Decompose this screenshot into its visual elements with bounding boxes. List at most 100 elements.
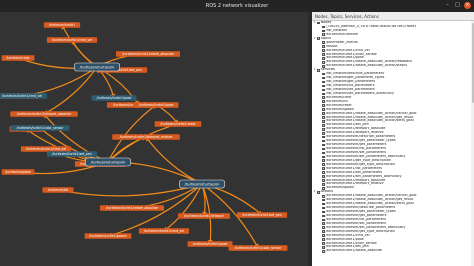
visibility-checkbox[interactable]: ✓	[322, 53, 325, 56]
graph-node-topic[interactable]: /turtlesim/clear	[1, 55, 35, 61]
visibility-checkbox[interactable]: ✓	[322, 135, 325, 139]
close-icon[interactable]: ×	[464, 2, 471, 9]
graph-node-topic[interactable]: /turtlesim/turtle1	[43, 22, 81, 28]
tree-item-row[interactable]: ✓/turtlesim/turtle1/rotate_absolute	[312, 249, 474, 253]
visibility-checkbox[interactable]: ✓	[322, 187, 325, 190]
visibility-checkbox[interactable]: ✓	[317, 21, 320, 25]
visibility-checkbox[interactable]: ✓	[322, 76, 325, 80]
tree-row-label: /turtlesim/turtle1/rotate_absolute/_acti…	[325, 64, 407, 68]
graph-node-hub[interactable]: /turtlesim/turtlesim	[85, 157, 131, 167]
visibility-checkbox[interactable]: ✓	[322, 175, 325, 178]
visibility-checkbox[interactable]: ✓	[322, 61, 325, 64]
visibility-checkbox[interactable]: ✓	[322, 29, 325, 33]
node-label: /turtlesim/turtle1/teleport_relative	[120, 135, 173, 139]
visibility-checkbox[interactable]: ✓	[322, 159, 325, 163]
visibility-checkbox[interactable]: ✓	[322, 33, 325, 37]
graph-node-topic[interactable]: /turtlesim/turtle1/pose	[133, 102, 179, 108]
visibility-checkbox[interactable]: ✓	[317, 190, 320, 194]
graph-node-topic[interactable]: /turtlesim/kill	[42, 187, 74, 193]
graph-node-topic[interactable]: /turtlesim/turtle1/color_sensor	[228, 245, 288, 251]
graph-edge	[43, 66, 98, 115]
visibility-checkbox[interactable]: ✓	[322, 250, 325, 253]
visibility-checkbox[interactable]: ✓	[322, 246, 325, 249]
visibility-checkbox[interactable]: ✓	[322, 183, 325, 186]
graph-node-service[interactable]: /turtlesim/turtle1/set_pen	[46, 151, 98, 157]
visibility-checkbox[interactable]: ✓	[322, 88, 325, 92]
tree-header[interactable]: Nodes, Topics, Services, Actions	[312, 12, 474, 21]
visibility-checkbox[interactable]: ✓	[322, 127, 325, 131]
visibility-checkbox[interactable]: ✓	[322, 108, 325, 111]
graph-node-topic[interactable]: /turtlesim/turtle1/spawn	[84, 233, 132, 239]
node-label: /turtlesim/turtle1/teleport	[184, 214, 224, 218]
visibility-checkbox[interactable]: ✓	[322, 218, 325, 222]
visibility-checkbox[interactable]: ✓	[317, 37, 320, 41]
visibility-checkbox[interactable]: ✓	[322, 124, 325, 127]
graph-node-hub[interactable]: /turtlesim/turtlesim	[179, 179, 225, 189]
visibility-checkbox[interactable]: ✓	[322, 80, 325, 84]
visibility-checkbox[interactable]: ✓	[322, 100, 325, 104]
visibility-checkbox[interactable]: ✓	[322, 84, 325, 88]
graph-node-topic[interactable]: /turtlesim/turtle1/teleport_absolute	[10, 111, 78, 117]
visibility-checkbox[interactable]: ✓	[322, 41, 325, 44]
graph-node-topic[interactable]: /turtlesim/turtle1/set_pen	[236, 212, 288, 218]
graph-node-topic[interactable]: /turtlesim/turtle1/reset	[154, 121, 202, 127]
visibility-checkbox[interactable]: ✓	[322, 112, 325, 115]
visibility-checkbox[interactable]: ✓	[322, 57, 325, 60]
entity-tree-panel: Nodes, Topics, Services, Actions ▾ ✓ Nodes…	[312, 12, 474, 266]
visibility-checkbox[interactable]: ✓	[322, 72, 325, 76]
graph-node-topic[interactable]: /turtlesim/turtle1/rotate_absolute	[99, 205, 165, 211]
visibility-checkbox[interactable]: ✓	[322, 120, 325, 123]
visibility-checkbox[interactable]: ✓	[322, 147, 325, 151]
graph-node-topic[interactable]: /turtlesim/turtle1/teleport	[178, 213, 230, 219]
visibility-checkbox[interactable]: ✓	[322, 104, 325, 107]
visibility-checkbox[interactable]: ✓	[322, 230, 325, 233]
visibility-checkbox[interactable]: ✓	[322, 163, 325, 167]
graph-node-topic[interactable]: /turtlesim/turtle1/cmd_vel	[138, 228, 190, 234]
visibility-checkbox[interactable]: ✓	[322, 45, 325, 48]
visibility-checkbox[interactable]: ✓	[322, 64, 325, 68]
visibility-checkbox[interactable]: ✓	[322, 198, 325, 202]
graph-node-topic[interactable]: /turtlesim/spawn	[1, 169, 35, 175]
visibility-checkbox[interactable]: ✓	[322, 234, 325, 237]
visibility-checkbox[interactable]: ✓	[322, 214, 325, 218]
visibility-checkbox[interactable]: ✓	[322, 96, 325, 100]
graph-node-topic[interactable]: /turtlesim/turtle1/rotate_absolute	[115, 51, 181, 57]
visibility-checkbox[interactable]: ✓	[322, 202, 325, 206]
visibility-checkbox[interactable]: ✓	[322, 226, 325, 230]
visibility-checkbox[interactable]: ✓	[322, 139, 325, 143]
visibility-checkbox[interactable]: ✓	[322, 171, 325, 174]
entity-tree[interactable]: ▾ ✓ Nodes ✓/_ros2cli_daemon_0_f3f1f7d8dc1b4…	[312, 21, 474, 261]
visibility-checkbox[interactable]: ✓	[322, 116, 325, 119]
graph-svg[interactable]: /turtlesim/turtle1/turtlesim/turtle1/cmd…	[0, 12, 308, 266]
minimize-icon[interactable]: –	[444, 2, 451, 9]
visibility-checkbox[interactable]: ✓	[317, 68, 320, 72]
visibility-checkbox[interactable]: ✓	[322, 206, 325, 210]
visibility-checkbox[interactable]: ✓	[322, 49, 325, 52]
visibility-checkbox[interactable]: ✓	[322, 222, 325, 226]
nodes-layer: /turtlesim/turtle1/turtlesim/turtle1/cmd…	[0, 22, 288, 251]
visibility-checkbox[interactable]: ✓	[322, 25, 325, 29]
graph-node-service[interactable]: /turtlesim/turtle1/cmd_vel	[0, 93, 48, 99]
visibility-checkbox[interactable]: ✓	[322, 143, 325, 147]
graph-node-service[interactable]: /turtlesim/turtle1/color_sensor	[10, 125, 70, 131]
visibility-checkbox[interactable]: ✓	[322, 242, 325, 245]
maximize-icon[interactable]: □	[454, 2, 461, 9]
visibility-checkbox[interactable]: ✓	[322, 167, 325, 170]
visibility-checkbox[interactable]: ✓	[322, 179, 325, 182]
visibility-checkbox[interactable]: ✓	[322, 238, 325, 241]
graph-node-topic[interactable]: /turtlesim/turtle1/teleport_relative	[112, 134, 180, 140]
graph-node-hub[interactable]: /turtlesim/turtlesim	[74, 62, 120, 72]
visibility-checkbox[interactable]: ✓	[322, 210, 325, 214]
visibility-checkbox[interactable]: ✓	[322, 151, 325, 155]
visibility-checkbox[interactable]: ✓	[322, 194, 325, 198]
visibility-checkbox[interactable]: ✓	[322, 131, 325, 135]
network-graph-canvas[interactable]: /turtlesim/turtle1/turtlesim/turtle1/cmd…	[0, 12, 308, 266]
node-label: /turtlesim/turtle1/pose	[97, 96, 132, 100]
graph-node-service[interactable]: /turtlesim/turtle1/pose	[91, 95, 137, 101]
graph-node-topic[interactable]: /turtlesim/turtle1/pose	[187, 241, 233, 247]
graph-node-topic[interactable]: /turtlesim/turtle1/cmd_vel	[20, 146, 72, 152]
visibility-checkbox[interactable]: ✓	[322, 155, 325, 159]
visibility-checkbox[interactable]: ✓	[322, 92, 325, 96]
scrollbar-thumb[interactable]	[471, 23, 474, 103]
graph-node-topic[interactable]: /turtlesim/turtle1/cmd_vel	[46, 37, 98, 43]
